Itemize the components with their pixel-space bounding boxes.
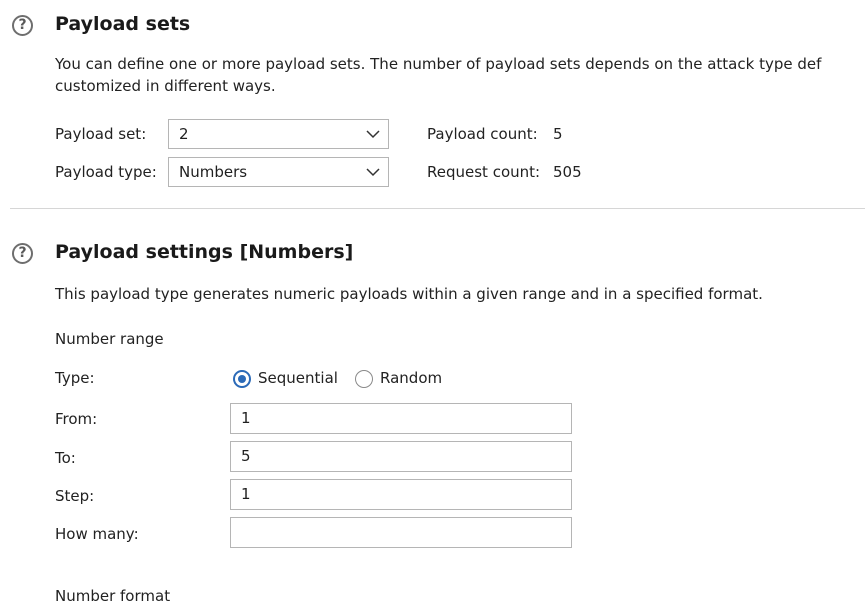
payload-settings-title: Payload settings [Numbers] xyxy=(55,241,354,263)
payload-sets-description-line2: customized in different ways. xyxy=(55,77,276,95)
how-many-input[interactable] xyxy=(230,517,572,548)
help-icon[interactable]: ? xyxy=(12,243,33,264)
random-radio[interactable] xyxy=(355,370,373,388)
from-label: From: xyxy=(55,410,98,428)
chevron-down-icon xyxy=(366,168,380,177)
payload-sets-description-line1: You can define one or more payload sets.… xyxy=(55,55,822,73)
section-divider xyxy=(10,208,865,209)
request-count-label: Request count: xyxy=(427,163,541,181)
sequential-radio[interactable] xyxy=(233,370,251,388)
step-input[interactable]: 1 xyxy=(230,479,572,510)
payload-type-value: Numbers xyxy=(179,163,248,181)
payload-set-dropdown[interactable]: 2 xyxy=(168,119,389,149)
random-radio-label[interactable]: Random xyxy=(380,369,442,387)
request-count-value: 505 xyxy=(553,163,582,181)
type-label: Type: xyxy=(55,369,95,387)
from-input[interactable]: 1 xyxy=(230,403,572,434)
help-icon[interactable]: ? xyxy=(12,15,33,36)
number-format-heading: Number format xyxy=(55,587,171,605)
payload-settings-description: This payload type generates numeric payl… xyxy=(55,285,763,303)
payload-count-value: 5 xyxy=(553,125,563,143)
payload-set-label: Payload set: xyxy=(55,125,147,143)
step-label: Step: xyxy=(55,487,95,505)
to-input[interactable]: 5 xyxy=(230,441,572,472)
sequential-radio-label[interactable]: Sequential xyxy=(258,369,338,387)
number-range-heading: Number range xyxy=(55,330,164,348)
payload-sets-title: Payload sets xyxy=(55,13,191,35)
payload-type-label: Payload type: xyxy=(55,163,157,181)
chevron-down-icon xyxy=(366,130,380,139)
to-label: To: xyxy=(55,449,76,467)
intruder-payloads-panel: ? Payload sets You can define one or mor… xyxy=(0,0,865,607)
payload-type-dropdown[interactable]: Numbers xyxy=(168,157,389,187)
how-many-label: How many: xyxy=(55,525,139,543)
payload-set-value: 2 xyxy=(179,125,189,143)
payload-count-label: Payload count: xyxy=(427,125,538,143)
